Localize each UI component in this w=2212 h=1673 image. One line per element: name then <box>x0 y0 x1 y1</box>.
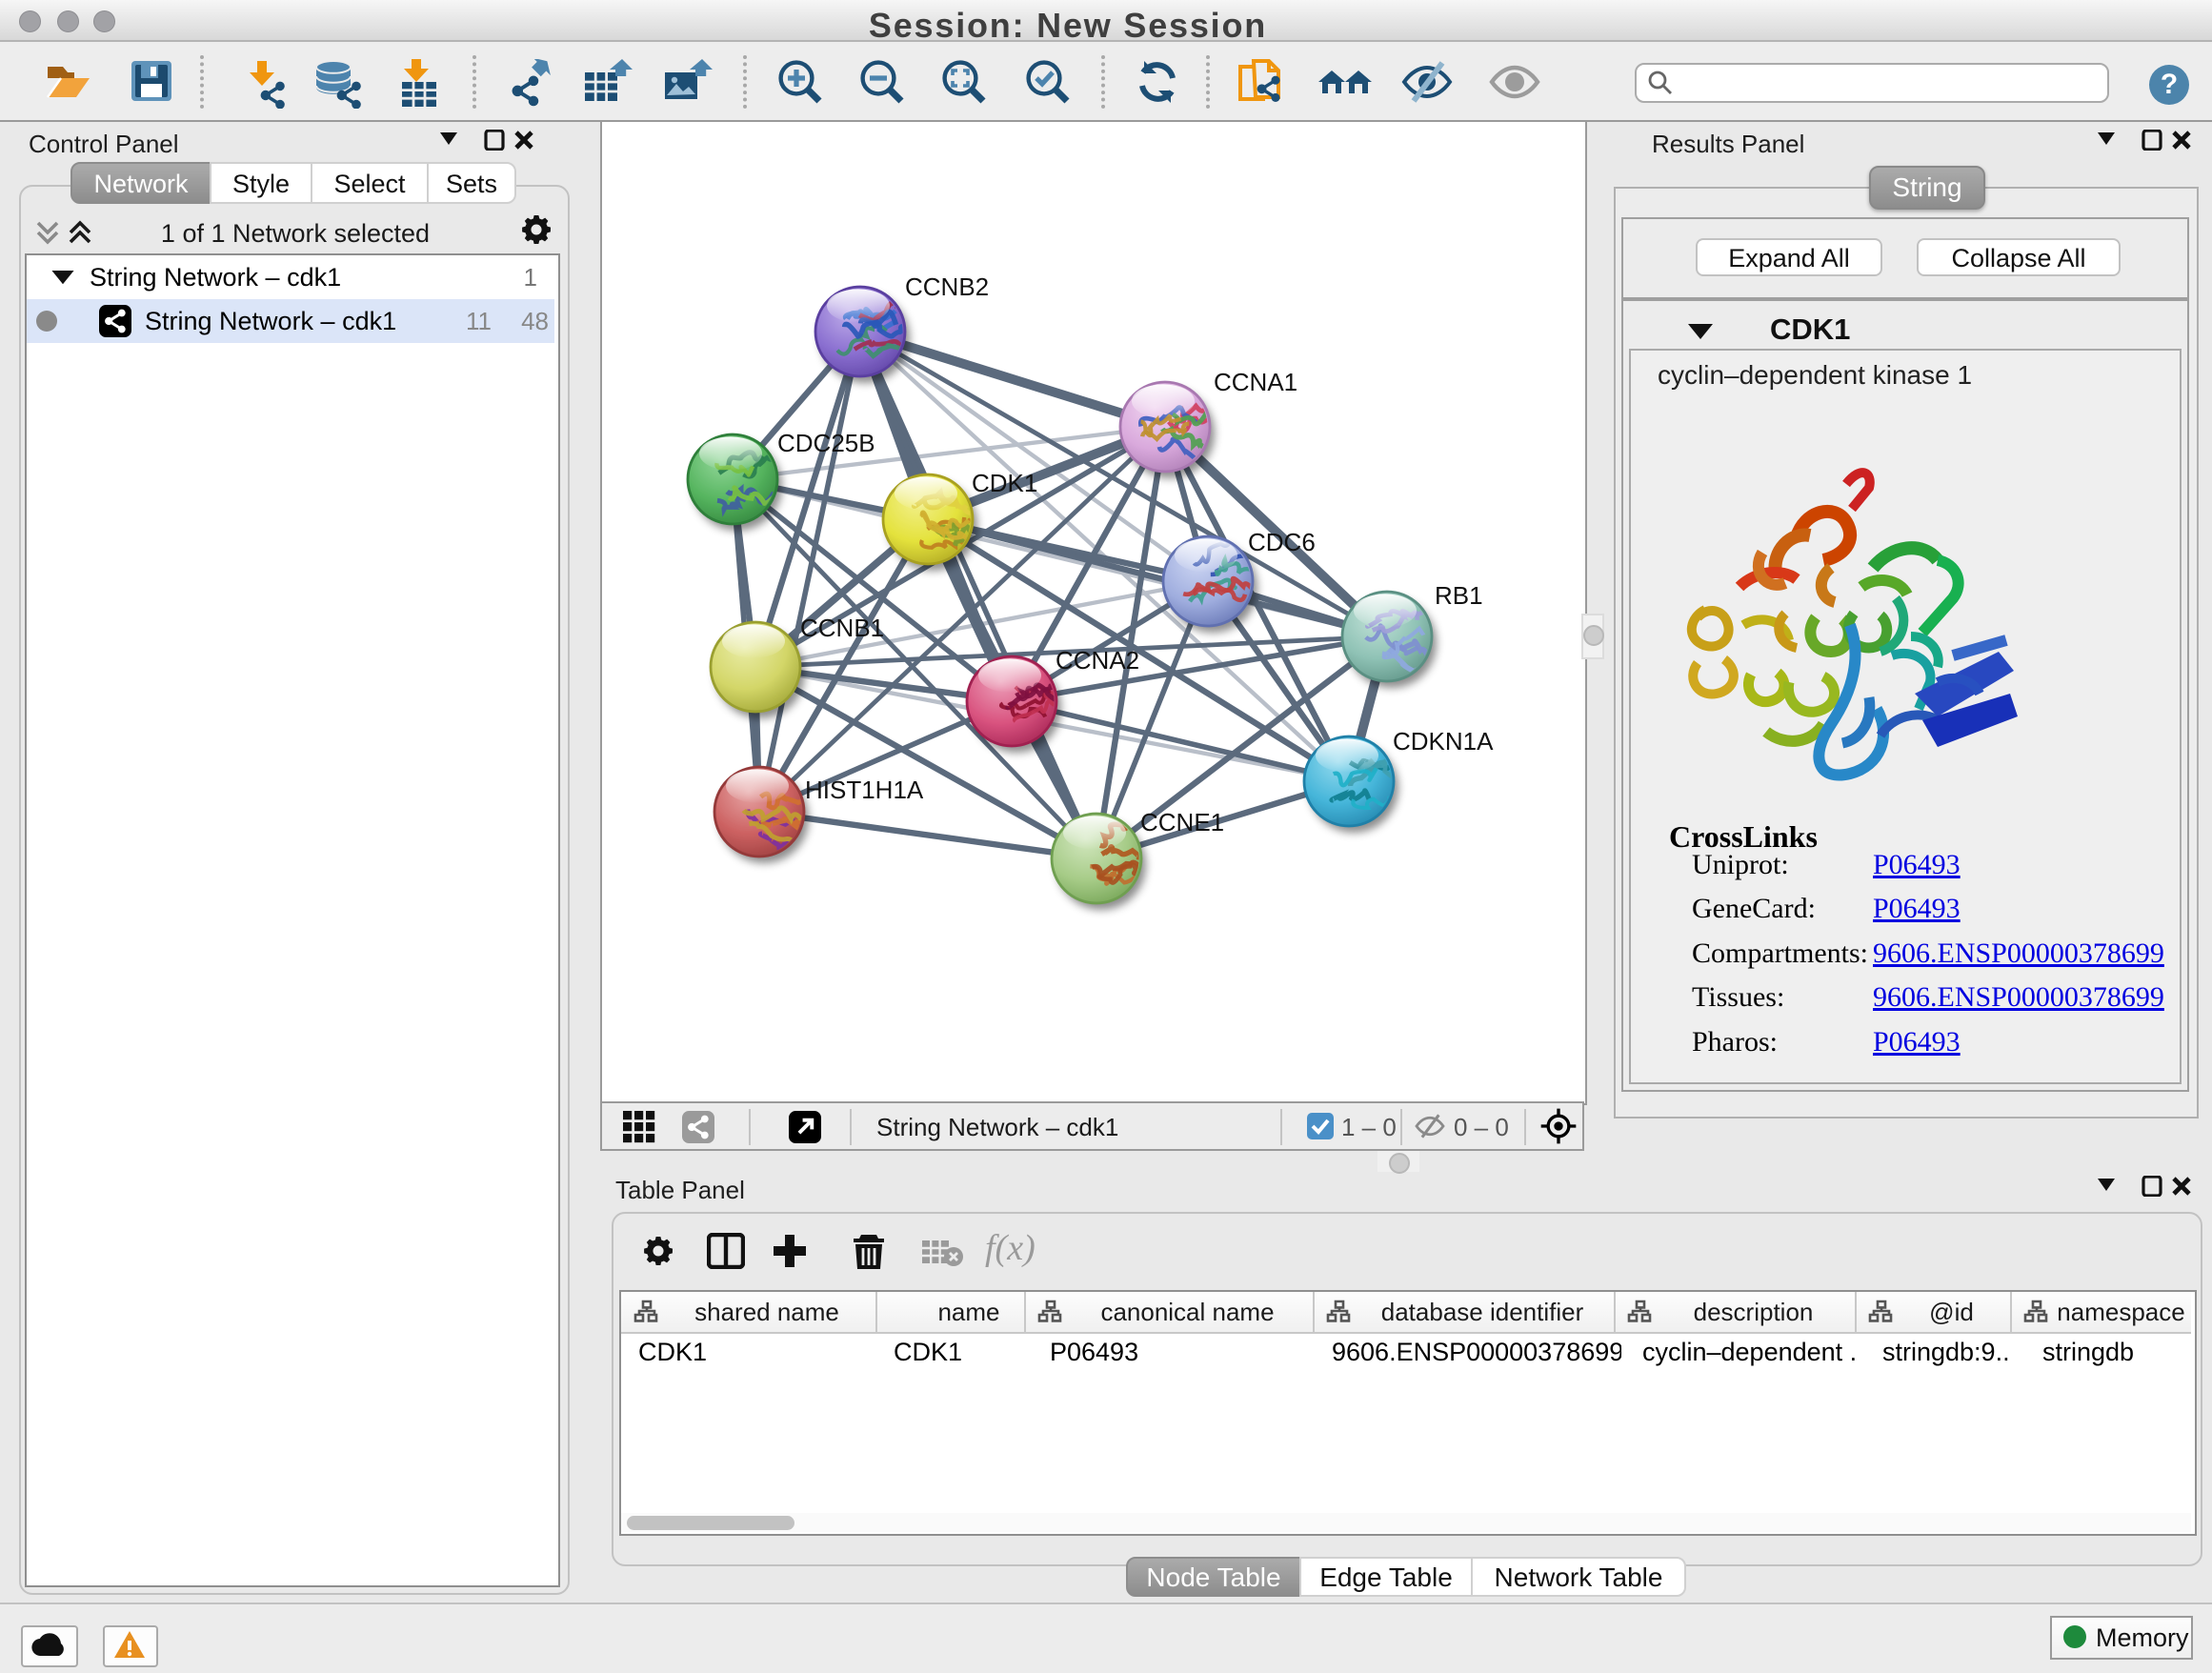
svg-text:CCNB2: CCNB2 <box>905 272 989 301</box>
svg-text:CCNB1: CCNB1 <box>800 614 884 642</box>
svg-text:RB1: RB1 <box>1435 581 1483 610</box>
svg-text:CCNA2: CCNA2 <box>1056 646 1139 675</box>
svg-text:HIST1H1A: HIST1H1A <box>805 776 924 804</box>
svg-text:CCNE1: CCNE1 <box>1140 808 1224 836</box>
svg-text:CCNA1: CCNA1 <box>1214 368 1297 396</box>
svg-text:CDK1: CDK1 <box>972 469 1037 497</box>
svg-text:CDKN1A: CDKN1A <box>1393 727 1494 756</box>
svg-text:CDC25B: CDC25B <box>777 429 875 457</box>
svg-text:CDC6: CDC6 <box>1248 528 1316 556</box>
